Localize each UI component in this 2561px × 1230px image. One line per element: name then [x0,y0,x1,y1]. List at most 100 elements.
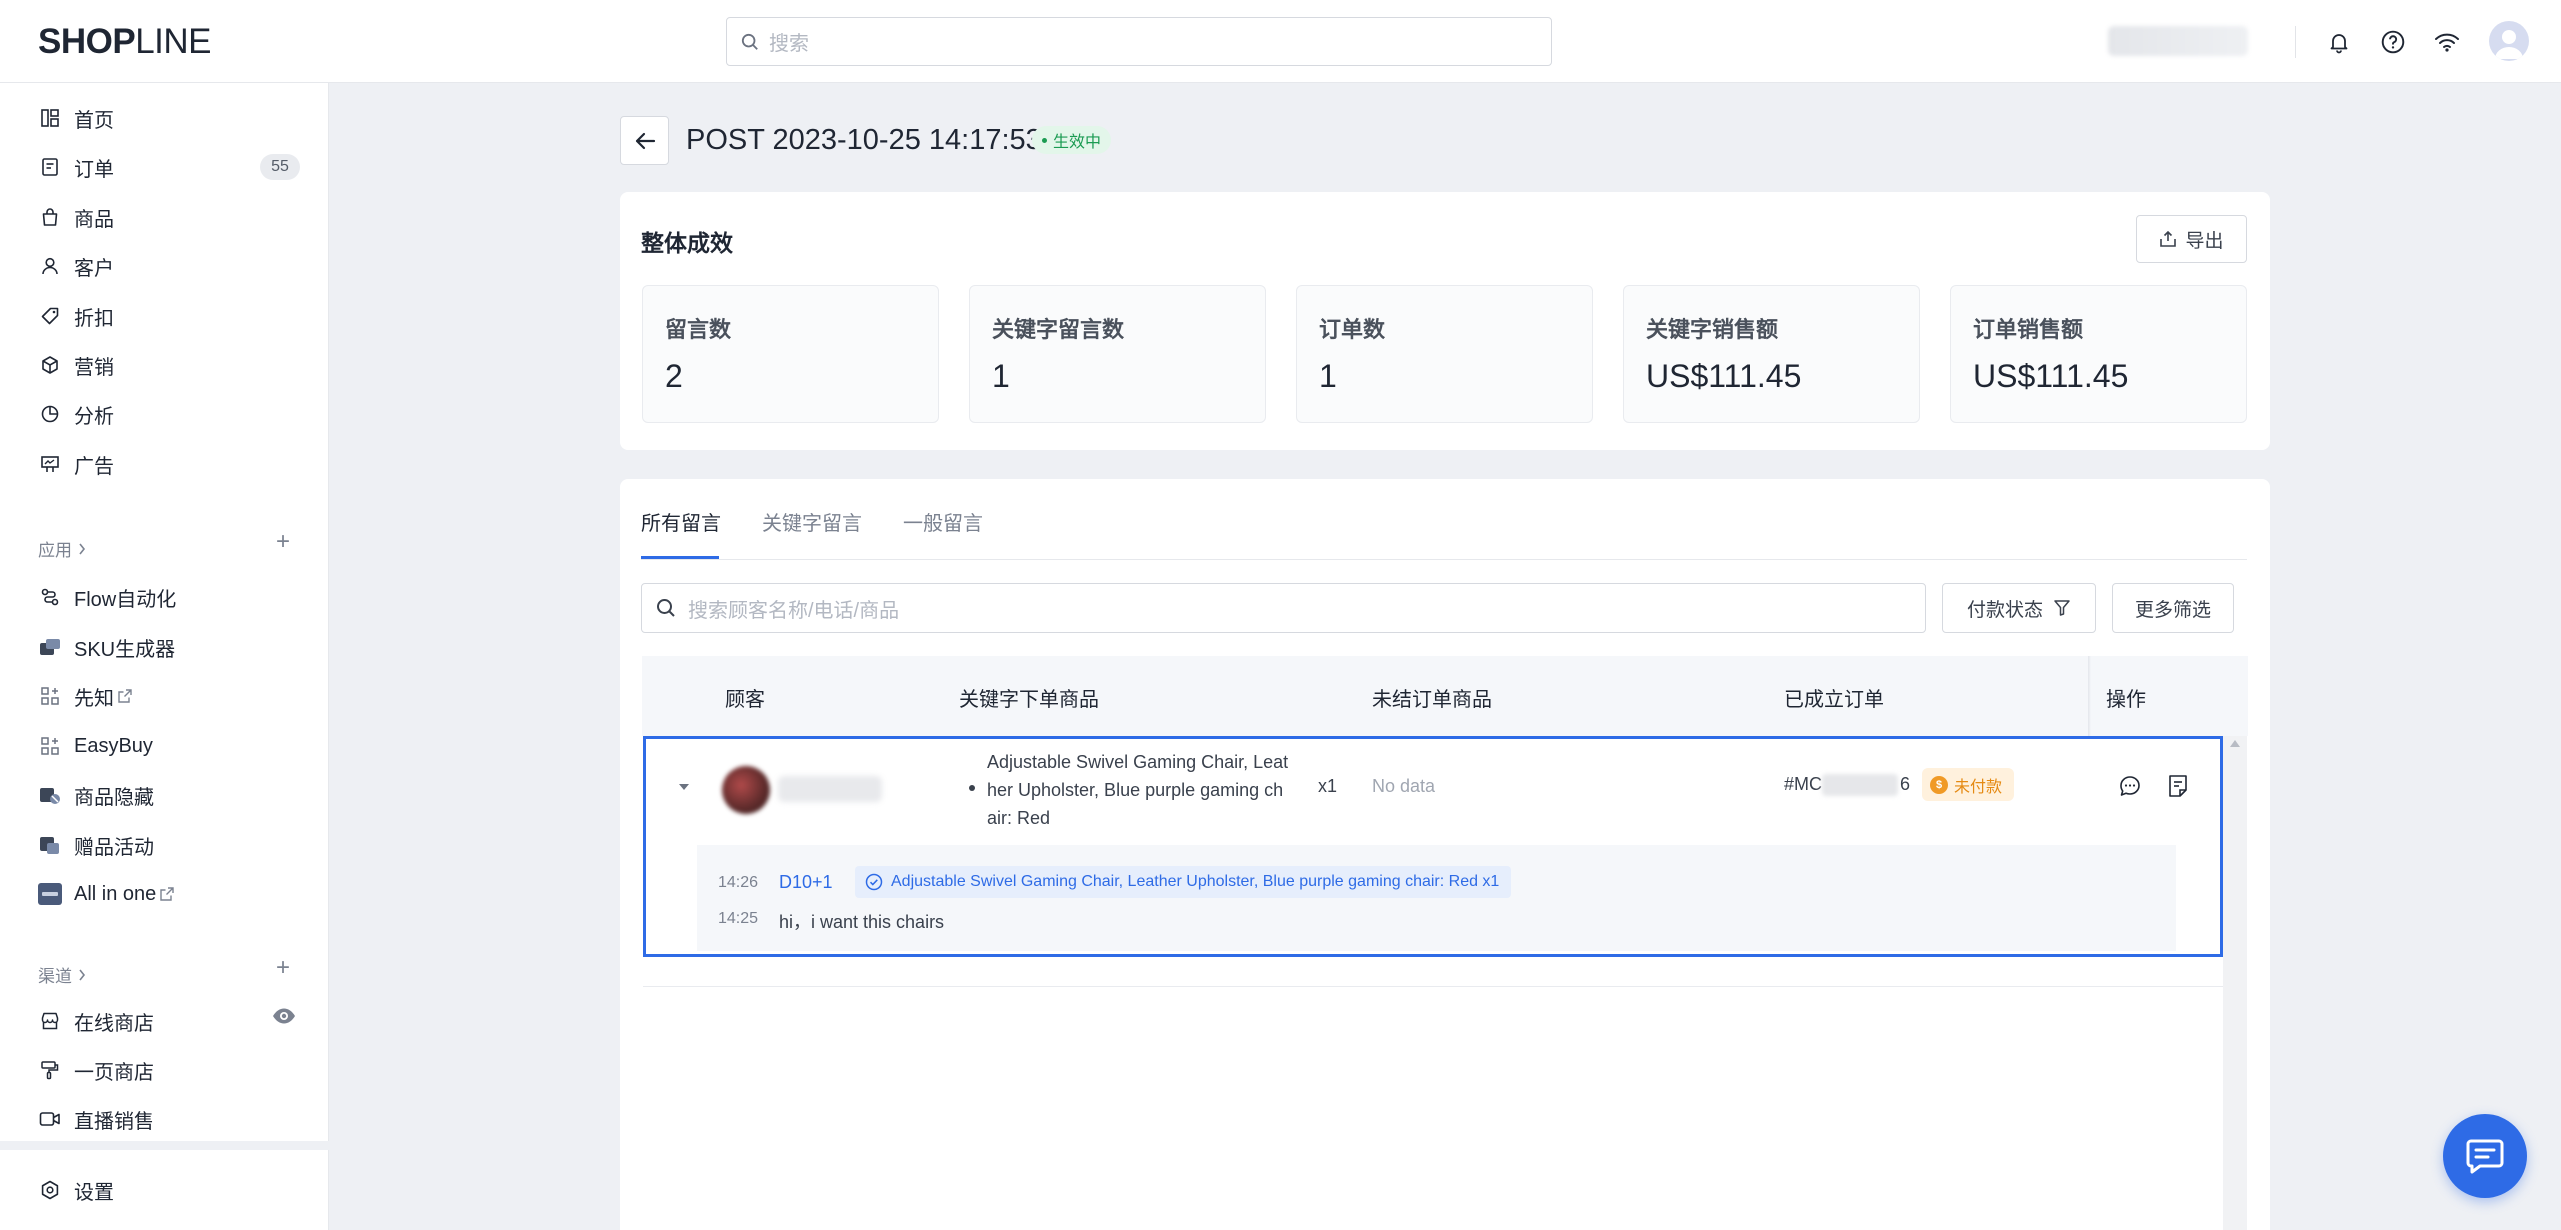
eye-icon[interactable] [272,1007,296,1025]
global-search-placeholder: 搜索 [769,33,809,55]
sidebar-item-label: 分析 [74,405,114,428]
store-icon [38,1009,62,1033]
table-scrollbar[interactable] [2223,736,2247,1230]
sidebar-item-gifts[interactable]: 赠品活动 [38,825,154,865]
scroll-up-arrow[interactable] [2230,740,2240,747]
sidebar-item-products[interactable]: 商品 [38,197,114,237]
channels-section-title[interactable]: 渠道 [38,962,86,987]
active-tab-indicator [641,556,719,559]
order-icon [38,155,62,179]
pie-icon [38,402,62,426]
matched-product-chip[interactable]: Adjustable Swivel Gaming Chair, Leather … [855,866,1512,898]
external-link-icon [160,887,174,901]
sidebar-item-live-sales[interactable]: 直播销售 [38,1099,154,1139]
stat-value: 1 [1319,358,1337,394]
help-icon[interactable] [2377,26,2409,58]
create-order-icon[interactable] [2167,774,2189,798]
chat-button[interactable] [2443,1114,2527,1198]
stat-value: US$111.45 [1646,358,1802,394]
sidebar-item-label: 营销 [74,356,114,379]
dashboard-icon [38,106,62,130]
sidebar-item-label: 广告 [74,455,114,478]
sidebar-item-analytics[interactable]: 分析 [38,394,114,434]
add-channel-button[interactable]: + [276,954,290,982]
shopline-logo[interactable]: SHOP LINE [38,22,212,62]
more-filters-button[interactable]: 更多筛选 [2112,583,2234,633]
sidebar-item-hide-products[interactable]: 商品隐藏 [38,775,154,815]
order-number-prefix[interactable]: #MC [1784,774,1822,795]
hide-icon [38,783,62,807]
sidebar-item-flow[interactable]: Flow自动化 [38,577,176,617]
message-icon[interactable] [2118,774,2142,798]
payment-status-filter[interactable]: 付款状态 [1942,583,2096,633]
order-number-suffix[interactable]: 6 [1900,774,1910,795]
logo-light: LINE [135,22,212,61]
sidebar-item-xianzhi[interactable]: 先知 [38,676,132,716]
sidebar-item-label: All in one [74,882,157,905]
top-bar: SHOP LINE 搜索 [0,0,2561,83]
stat-label: 订单销售额 [1973,317,2084,342]
order-number-redacted [1822,774,1898,796]
export-icon [2160,230,2177,247]
stat-value: 1 [992,358,1010,394]
check-circle-icon [865,873,883,891]
sidebar-item-home[interactable]: 首页 [38,98,114,138]
sidebar-item-label: 一页商店 [74,1061,154,1084]
global-search-input[interactable]: 搜索 [726,17,1552,66]
keyword-product-text: Adjustable Swivel Gaming Chair, Leat her… [987,748,1307,832]
sidebar-item-allinone[interactable]: All in one [38,874,174,914]
stat-keyword-comments: 关键字留言数 1 [969,285,1266,423]
tab-all-comments[interactable]: 所有留言 [641,507,721,536]
payment-status-text: 未付款 [1954,778,2003,796]
gift-icon [38,833,62,857]
sidebar-item-sku[interactable]: SKU生成器 [38,627,175,667]
orders-count-badge: 55 [260,154,300,180]
col-pending-products: 未结订单商品 [1372,689,1492,711]
col-customer: 顾客 [725,689,765,711]
export-button[interactable]: 导出 [2136,215,2247,263]
stat-label: 订单数 [1319,317,1386,342]
apps-section-title[interactable]: 应用 [38,536,86,561]
filter-icon [2054,600,2070,616]
stat-value: 2 [665,358,683,394]
bell-icon[interactable] [2323,26,2355,58]
sidebar-item-discounts[interactable]: 折扣 [38,296,114,336]
sidebar-item-marketing[interactable]: 营销 [38,345,114,385]
export-label: 导出 [2185,230,2224,252]
user-icon [38,254,62,278]
sidebar-item-label: EasyBuy [74,734,153,757]
sidebar-item-label: 客户 [74,257,114,280]
sidebar-item-orders[interactable]: 订单 [38,147,114,187]
sidebar-item-label: 在线商店 [74,1012,154,1035]
stat-value: US$111.45 [1973,358,2129,394]
sidebar-item-customers[interactable]: 客户 [38,246,114,286]
tab-keyword-comments[interactable]: 关键字留言 [762,507,862,536]
search-icon [741,33,758,50]
sidebar-item-label: 设置 [74,1181,114,1204]
sidebar-item-settings[interactable]: 设置 [38,1170,114,1210]
coin-icon: $ [1930,775,1948,794]
page-title: POST 2023-10-25 14:17:53 [686,124,1042,156]
tab-general-comments[interactable]: 一般留言 [903,507,983,536]
apps-icon [38,734,62,758]
stat-label: 留言数 [665,317,732,342]
caret-down-icon[interactable] [677,782,691,792]
user-avatar[interactable] [2489,21,2529,61]
col-actions: 操作 [2106,689,2146,711]
sidebar-item-label: 直播销售 [74,1110,154,1133]
comment-search-input[interactable]: 搜索顾客名称/电话/商品 [641,583,1926,633]
wifi-icon[interactable] [2431,26,2463,58]
sidebar-item-online-store[interactable]: 在线商店 [38,1001,154,1041]
allinone-icon [38,882,62,906]
sidebar-item-easybuy[interactable]: EasyBuy [38,726,153,766]
store-selector[interactable] [2108,26,2248,56]
stat-label: 关键字留言数 [992,317,1125,342]
sidebar-item-one-page-store[interactable]: 一页商店 [38,1050,154,1090]
performance-title: 整体成效 [641,230,733,256]
chat-icon [2466,1139,2504,1174]
sidebar-item-ads[interactable]: 广告 [38,444,114,484]
search-icon [657,599,675,617]
apps-section-label: 应用 [38,541,72,560]
back-button[interactable] [620,116,669,165]
add-app-button[interactable]: + [276,528,290,556]
